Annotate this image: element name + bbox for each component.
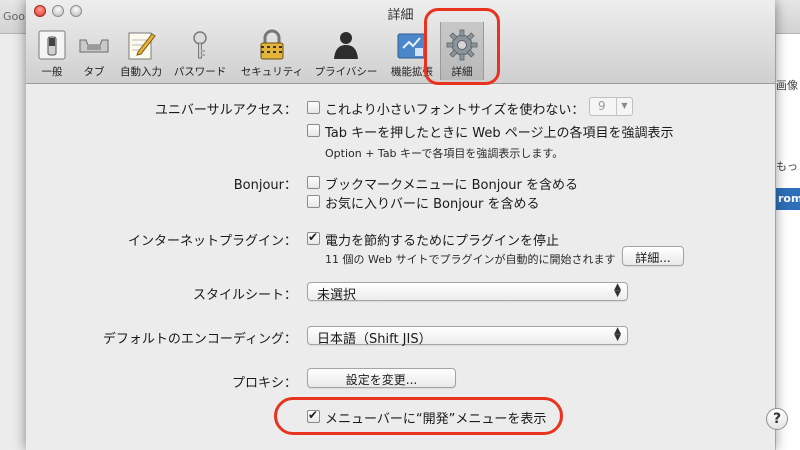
bonjour-favorites-checkbox[interactable] (307, 195, 320, 208)
background-page-content (775, 34, 800, 450)
stylesheet-select[interactable]: 未選択 ▲ ▼ (307, 282, 628, 303)
stylesheet-label: スタイルシート： (192, 288, 297, 303)
toolbar-label: パスワード (173, 66, 227, 78)
toolbar-label: セキュリティ (240, 66, 304, 78)
tab-highlight-checkbox[interactable] (307, 124, 320, 137)
window-title: 詳細 (387, 8, 414, 23)
toolbar-label: 一般 (41, 66, 63, 78)
min-font-size-text: これより小さいフォントサイズを使わない： (325, 103, 585, 118)
chevron-down-icon: ▼ (616, 98, 632, 115)
tab-highlight-text: Tab キーを押したときに Web ページ上の各項目を強調表示 (325, 126, 674, 141)
universal-access-label: ユニバーサルアクセス： (154, 103, 297, 118)
proxy-label: プロキシ： (231, 376, 297, 391)
save-power-text: 電力を節約するためにプラグインを停止 (325, 234, 560, 249)
updown-arrows-icon: ▲ ▼ (614, 326, 621, 343)
toolbar-tab-passwords[interactable]: パスワード (169, 22, 231, 80)
bonjour-favorites-text: お気に入りバーに Bonjour を含める (325, 197, 540, 212)
annotation-highlight-develop-menu (274, 397, 563, 435)
background-tab-title[interactable]: Goo (0, 0, 25, 34)
min-font-size-value: 9 (598, 99, 606, 113)
plugins-label: インターネットプラグイン： (127, 234, 297, 249)
preferences-window: 詳細 一般 タブ 自動入力 パスワード セキュリティ プライバシー 機能拡張 詳… (26, 0, 788, 450)
preferences-toolbar: 詳細 一般 タブ 自動入力 パスワード セキュリティ プライバシー 機能拡張 詳… (26, 0, 775, 84)
plugin-details-button[interactable]: 詳細... (622, 246, 684, 266)
toolbar-label: タブ (83, 66, 105, 78)
bonjour-bookmarks-text: ブックマークメニューに Bonjour を含める (325, 178, 579, 193)
proxy-change-settings-button[interactable]: 設定を変更... (307, 368, 456, 388)
background-blue-button[interactable]: rom (776, 188, 800, 210)
background-text-2: もっ (776, 160, 798, 173)
annotation-highlight-advanced-tab (424, 8, 500, 85)
bonjour-label: Bonjour： (233, 178, 297, 193)
tab-highlight-note: Option + Tab キーで各項目を強調表示します。 (325, 147, 564, 160)
encoding-select[interactable]: 日本語（Shift JIS） ▲ ▼ (307, 326, 628, 347)
toolbar-tab-security[interactable]: セキュリティ (236, 22, 308, 80)
encoding-label: デフォルトのエンコーディング： (102, 332, 297, 347)
toolbar-label: プライバシー (314, 66, 378, 78)
toolbar-tab-autofill[interactable]: 自動入力 (116, 22, 166, 80)
security-padlock-icon (260, 29, 284, 60)
stylesheet-value: 未選択 (317, 288, 357, 303)
bonjour-bookmarks-checkbox[interactable] (307, 176, 320, 189)
general-switch-icon (38, 30, 66, 60)
help-button[interactable]: ? (766, 408, 788, 430)
passwords-key-icon (193, 31, 207, 59)
min-font-size-select[interactable]: 9 ▼ (589, 97, 633, 116)
tabs-icon (79, 39, 109, 53)
save-power-checkbox[interactable] (307, 230, 320, 245)
updown-arrows-icon: ▲ ▼ (614, 282, 621, 299)
toolbar-label: 自動入力 (120, 66, 162, 78)
background-text-1: 画像 (776, 79, 798, 92)
privacy-silhouette-icon (334, 32, 358, 59)
toolbar-tab-general[interactable]: 一般 (30, 22, 74, 80)
toolbar-tab-tabs[interactable]: タブ (74, 22, 114, 80)
min-font-size-checkbox[interactable] (307, 101, 320, 114)
toolbar-tab-privacy[interactable]: プライバシー (312, 22, 380, 80)
autofill-pencil-icon (128, 32, 156, 60)
encoding-value: 日本語（Shift JIS） (317, 332, 432, 347)
plugins-autostart-note: 11 個の Web サイトでプラグインが自動的に開始されます (325, 253, 616, 266)
